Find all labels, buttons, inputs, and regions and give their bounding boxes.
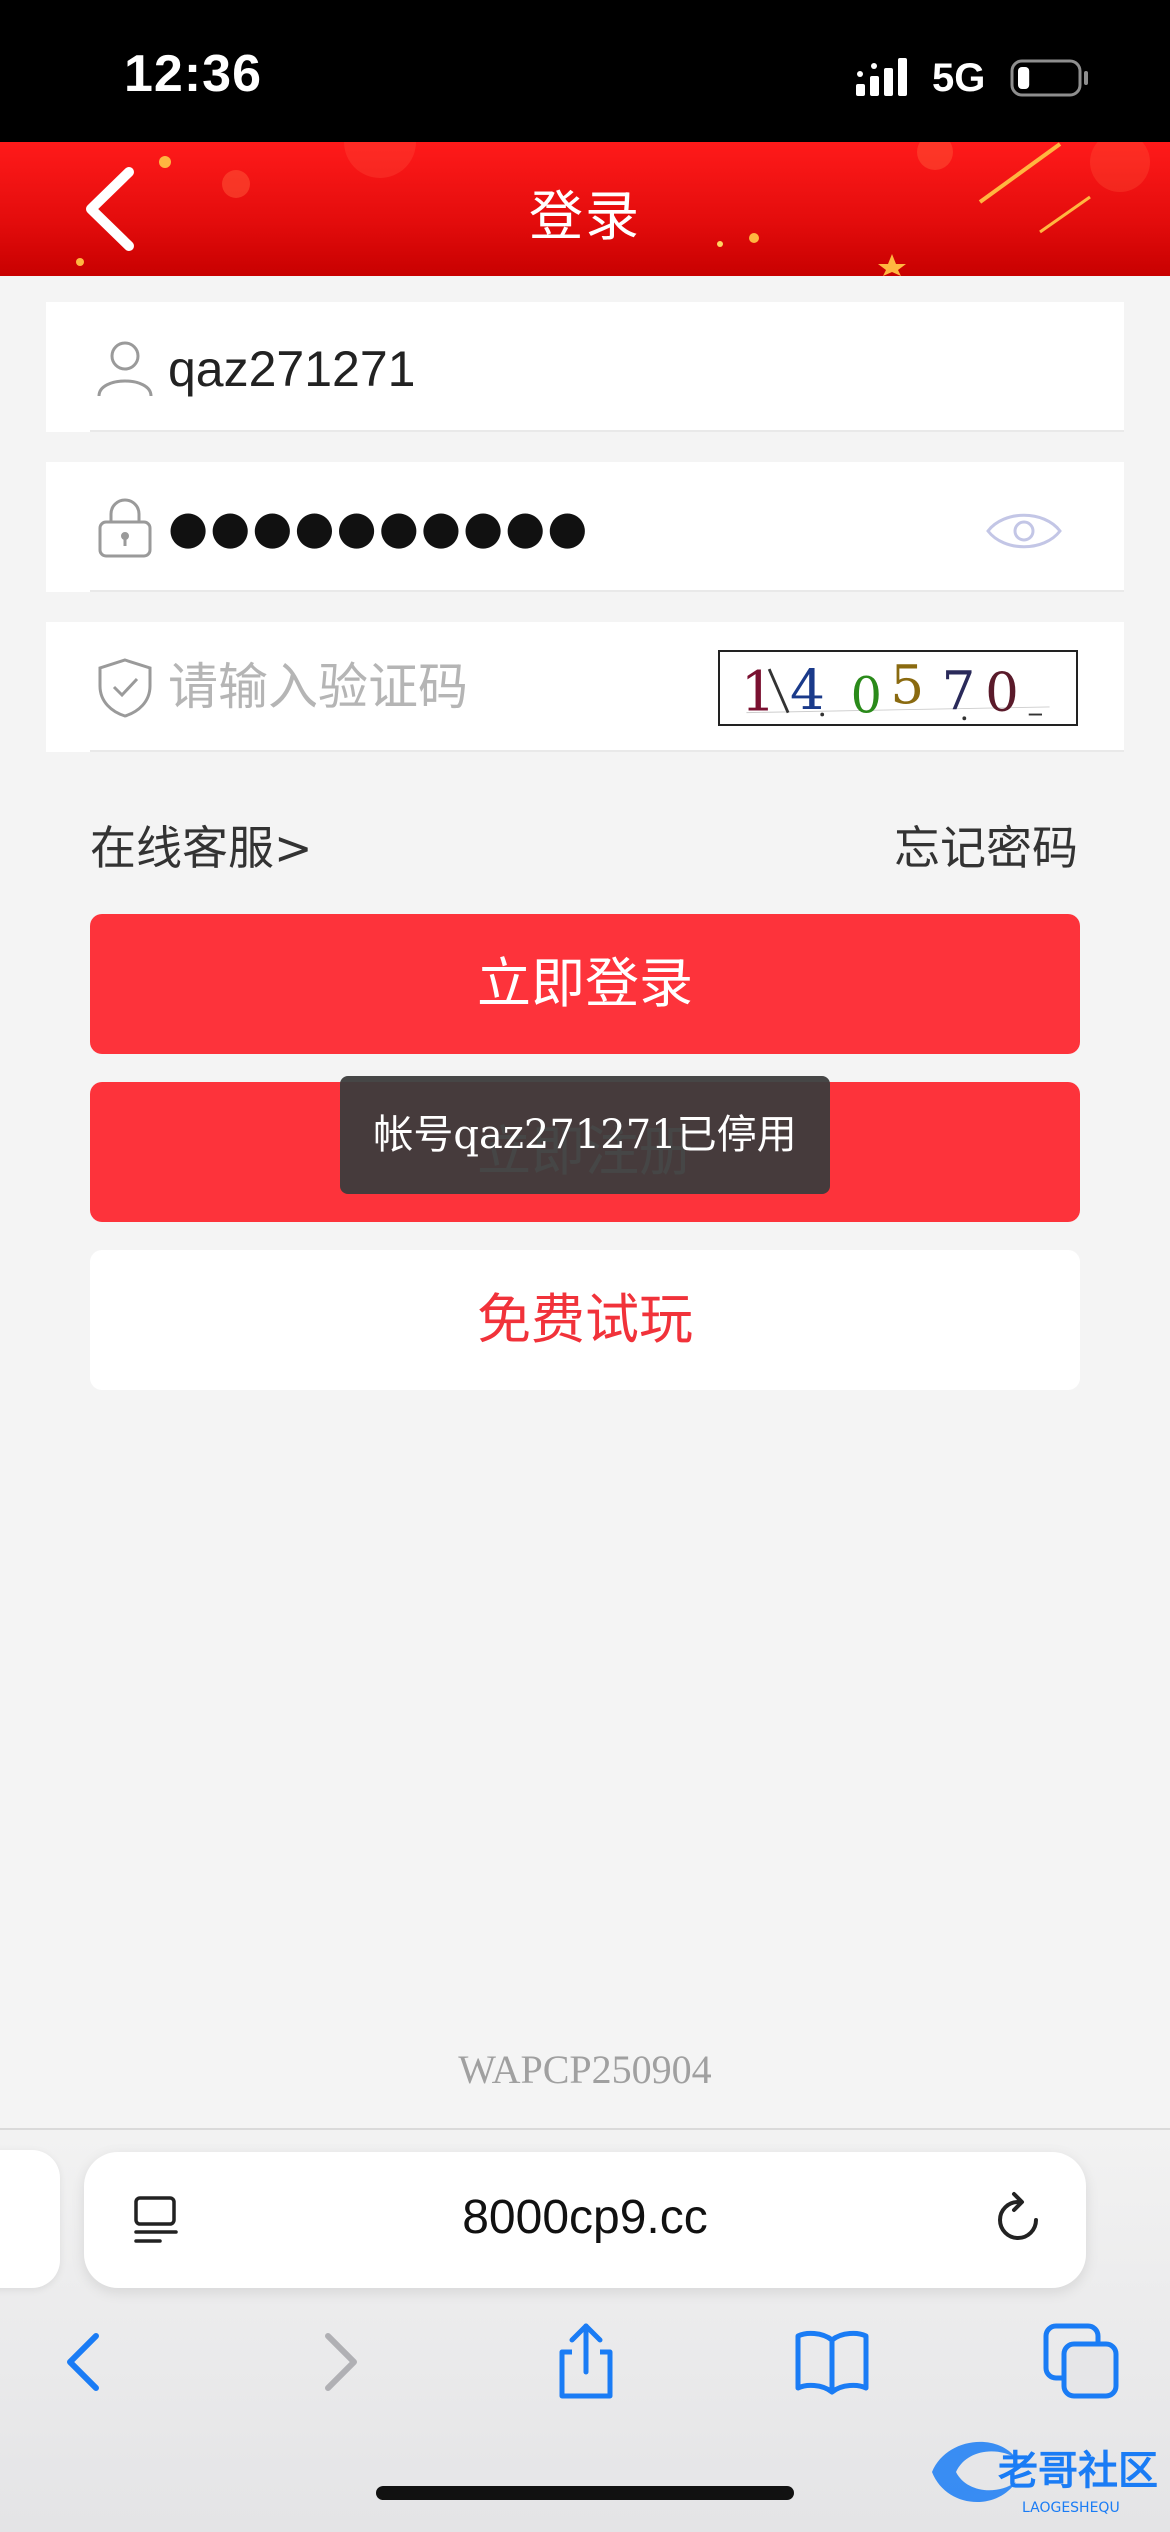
login-button[interactable]: 立即登录 <box>90 914 1080 1054</box>
password-value: ●●●●●●●●●● <box>168 500 590 554</box>
page-title: 登录 <box>529 185 641 248</box>
svg-text:5: 5 <box>890 654 924 716</box>
home-indicator <box>376 2486 794 2500</box>
watermark-logo: 老哥社区 LAOGESHEQU <box>932 2441 1158 2516</box>
lock-icon <box>98 498 152 558</box>
toast-message: 帐号qaz271271已停用 <box>340 1076 830 1194</box>
forgot-password-link[interactable]: 忘记密码 <box>894 812 1078 878</box>
captcha-input[interactable] <box>168 652 708 722</box>
captcha-image[interactable]: 1 4 0 5 7 0 <box>718 650 1078 726</box>
captcha-field[interactable]: 1 4 0 5 7 0 <box>46 622 1124 752</box>
watermark-text: 老哥社区 <box>998 2448 1158 2494</box>
status-bar: 12:36 5G <box>0 0 1170 142</box>
eye-icon[interactable] <box>984 506 1064 556</box>
svg-text:0: 0 <box>985 662 1019 724</box>
signal-icon <box>856 58 907 96</box>
tabs-icon[interactable] <box>1042 2322 1122 2402</box>
customer-service-link[interactable]: 在线客服> <box>90 812 313 878</box>
bookmarks-icon[interactable] <box>792 2322 872 2402</box>
forward-icon[interactable] <box>298 2322 378 2402</box>
watermark-subtext: LAOGESHEQU <box>1022 2500 1120 2516</box>
share-icon[interactable] <box>546 2322 626 2402</box>
username-value: qaz271271 <box>168 341 416 397</box>
status-time: 12:36 <box>124 45 262 103</box>
previous-tab-preview[interactable] <box>0 2150 60 2288</box>
svg-text:0: 0 <box>851 667 882 725</box>
reload-icon[interactable] <box>988 2190 1048 2250</box>
back-icon[interactable] <box>46 2322 126 2402</box>
version-label: WAPCP250904 <box>458 2047 712 2092</box>
svg-text:4: 4 <box>790 658 825 722</box>
url-text: 8000cp9.cc <box>462 2191 708 2244</box>
network-label: 5G <box>932 56 986 100</box>
username-field[interactable]: qaz271271 <box>46 302 1124 432</box>
user-icon <box>97 341 153 397</box>
password-field[interactable]: ●●●●●●●●●● <box>46 462 1124 592</box>
svg-text:7: 7 <box>942 660 976 722</box>
battery-icon <box>1010 59 1088 97</box>
app-header: 登录 <box>0 142 1170 276</box>
address-bar[interactable]: 8000cp9.cc <box>84 2152 1086 2288</box>
shield-check-icon <box>98 658 152 718</box>
trial-button[interactable]: 免费试玩 <box>90 1250 1080 1390</box>
